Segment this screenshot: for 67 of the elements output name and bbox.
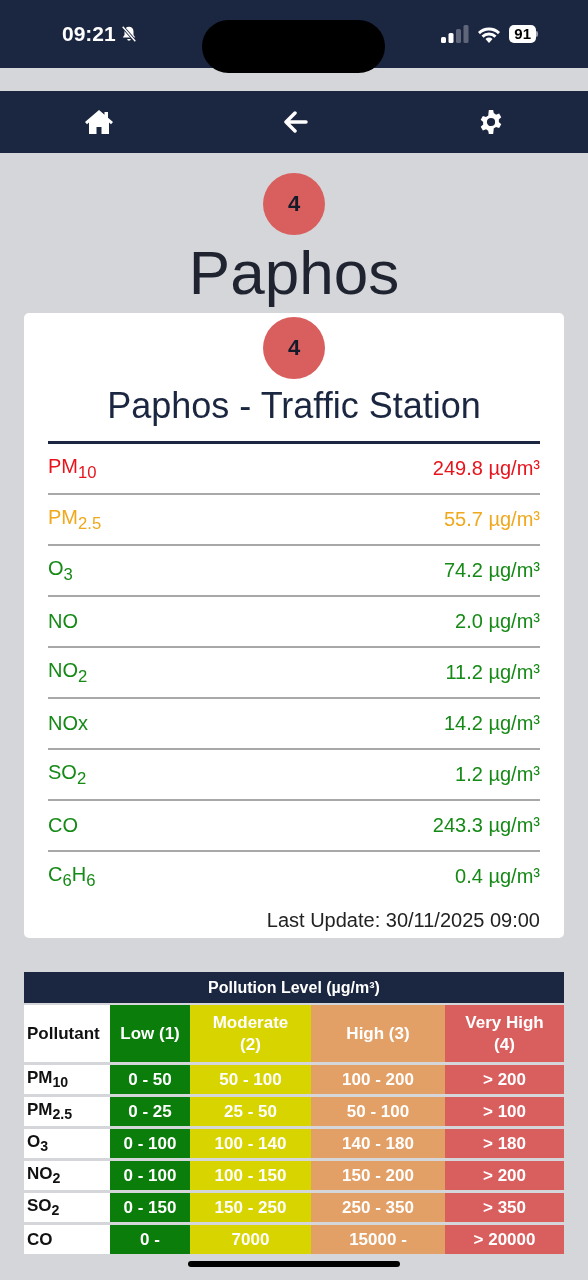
table-cell: > 200 (445, 1065, 564, 1094)
aqi-badge: 4 (263, 173, 325, 235)
pollutant-name: NOx (48, 712, 88, 735)
table-cell: 0 - 100 (110, 1161, 190, 1190)
table-cell: 15000 - (311, 1225, 445, 1254)
table-cell: 140 - 180 (311, 1129, 445, 1158)
column-header: Very High (4) (445, 1005, 564, 1062)
pollutant-name: PM$_{2.5}$ (48, 505, 102, 534)
pollutant-name: CO (48, 814, 78, 837)
pollutant-name: NO$_{2}$ (48, 658, 88, 687)
pollutant-value: 0.4 µg/m³ (455, 865, 540, 888)
column-header: Moderate (2) (190, 1005, 311, 1062)
table-cell: > 100 (445, 1097, 564, 1126)
table-cell: 150 - 200 (311, 1161, 445, 1190)
clock-time: 09:21 (62, 22, 116, 46)
pollutant-value: 14.2 µg/m³ (444, 712, 540, 735)
column-header: Pollutant (24, 1005, 110, 1062)
table-cell: NO$_{2}$ (24, 1161, 110, 1190)
table-title: Pollution Level (µg/m³) (24, 972, 564, 1003)
table-cell: PM$_{2.5}$ (24, 1097, 110, 1126)
signal-icon (441, 25, 470, 43)
pollutant-value: 243.3 µg/m³ (432, 814, 540, 837)
wifi-icon (477, 25, 502, 43)
table-cell: 100 - 150 (190, 1161, 311, 1190)
muted-bell-icon (119, 25, 138, 43)
pollutant-name: O$_{3}$ (48, 556, 73, 585)
pollutant-value: 74.2 µg/m³ (444, 559, 540, 582)
pollutant-name: PM$_{10}$ (48, 454, 97, 483)
back-arrow-icon[interactable] (284, 111, 308, 133)
pollutant-value: 1.2 µg/m³ (455, 763, 540, 786)
table-cell: > 350 (445, 1193, 564, 1222)
column-header: Low (1) (110, 1005, 190, 1062)
table-cell: 150 - 250 (190, 1193, 311, 1222)
table-cell: 7000 (190, 1225, 311, 1254)
settings-icon[interactable] (478, 109, 504, 135)
table-cell: > 200 (445, 1161, 564, 1190)
table-cell: 25 - 50 (190, 1097, 311, 1126)
pollutant-value: 11.2 µg/m³ (445, 661, 540, 684)
table-cell: O$_{3}$ (24, 1129, 110, 1158)
table-cell: 0 - (110, 1225, 190, 1254)
pollutant-name: SO$_{2}$ (48, 760, 87, 789)
table-cell: > 180 (445, 1129, 564, 1158)
aqi-badge: 4 (263, 317, 325, 379)
table-cell: > 20000 (445, 1225, 564, 1254)
table-cell: SO$_{2}$ (24, 1193, 110, 1222)
table-cell: 0 - 150 (110, 1193, 190, 1222)
column-header: High (3) (311, 1005, 445, 1062)
table-cell: 0 - 50 (110, 1065, 190, 1094)
pollutant-value: 55.7 µg/m³ (444, 508, 540, 531)
table-cell: 100 - 140 (190, 1129, 311, 1158)
pollutant-value: 2.0 µg/m³ (455, 610, 540, 633)
home-icon[interactable] (84, 109, 114, 135)
table-cell: 0 - 25 (110, 1097, 190, 1126)
table-cell: CO (24, 1225, 110, 1254)
table-cell: PM$_{10}$ (24, 1065, 110, 1094)
table-cell: 50 - 100 (311, 1097, 445, 1126)
table-cell: 0 - 100 (110, 1129, 190, 1158)
city-title: Paphos (188, 237, 400, 309)
station-title: Paphos - Traffic Station (106, 384, 482, 428)
pollutant-name: C$_{6}$H$_{6}$ (48, 862, 96, 891)
pollutant-value: 249.8 µg/m³ (432, 457, 540, 480)
pollutant-name: NO (48, 610, 78, 633)
battery-icon: 91 (509, 25, 538, 43)
table-cell: 100 - 200 (311, 1065, 445, 1094)
last-update-text: Last Update: 30/11/2025 09:00 (265, 908, 540, 932)
table-cell: 250 - 350 (311, 1193, 445, 1222)
table-cell: 50 - 100 (190, 1065, 311, 1094)
